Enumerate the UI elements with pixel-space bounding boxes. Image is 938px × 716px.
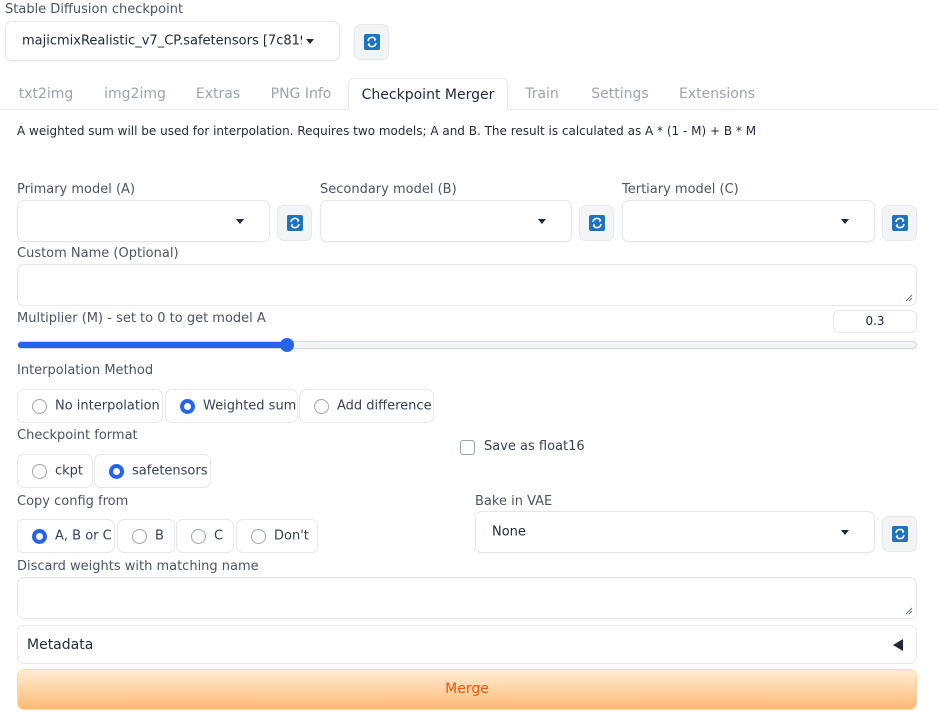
radio-checked-icon <box>32 529 47 544</box>
refresh-icon <box>363 34 380 50</box>
tab-txt2img[interactable]: txt2img <box>10 78 82 110</box>
tab-img2img[interactable]: img2img <box>94 78 176 110</box>
copy-config-label: Copy config from <box>17 494 129 509</box>
interpolation-method-label: Interpolation Method <box>17 363 154 378</box>
refresh-icon <box>891 526 908 542</box>
checkpoint-label: Stable Diffusion checkpoint <box>5 2 184 17</box>
metadata-label: Metadata <box>27 636 94 653</box>
refresh-icon <box>286 215 303 231</box>
tab-checkpoint-merger[interactable]: Checkpoint Merger <box>348 78 508 110</box>
radio-copy-c[interactable]: C <box>176 519 234 553</box>
resize-grip-icon <box>905 607 913 615</box>
checkpoint-refresh-button[interactable] <box>354 24 389 60</box>
bake-vae-refresh-button[interactable] <box>882 516 917 552</box>
radio-label: Add difference <box>337 398 432 414</box>
custom-name-input[interactable] <box>17 264 917 306</box>
caret-left-icon <box>893 639 903 651</box>
refresh-icon <box>588 215 605 231</box>
multiplier-slider-track[interactable] <box>17 341 917 349</box>
discard-weights-input[interactable] <box>17 577 917 619</box>
secondary-refresh-button[interactable] <box>579 205 614 241</box>
radio-checked-icon <box>109 464 124 479</box>
bake-vae-label: Bake in VAE <box>475 494 553 509</box>
chevron-down-icon <box>306 39 314 44</box>
tertiary-model-label: Tertiary model (C) <box>622 182 739 197</box>
float16-checkbox[interactable] <box>460 440 475 455</box>
radio-label: Don't <box>274 528 309 544</box>
radio-label: B <box>155 528 164 544</box>
secondary-model-label: Secondary model (B) <box>320 182 457 197</box>
checkpoint-value: majicmixRealistic_v7_CP.safetensors [7c8… <box>22 33 302 49</box>
radio-label: safetensors <box>132 463 208 479</box>
radio-label: C <box>214 528 224 544</box>
resize-grip-icon <box>905 294 913 302</box>
multiplier-slider-thumb[interactable] <box>280 338 294 352</box>
radio-checked-icon <box>180 399 195 414</box>
bake-vae-value: None <box>492 524 526 540</box>
radio-label: ckpt <box>55 463 84 479</box>
primary-model-dropdown[interactable] <box>17 200 270 242</box>
multiplier-slider-fill <box>18 342 288 348</box>
tab-settings[interactable]: Settings <box>582 78 658 110</box>
radio-circle-icon <box>132 529 147 544</box>
refresh-icon <box>891 215 908 231</box>
secondary-model-dropdown[interactable] <box>320 200 572 242</box>
radio-label: No interpolation <box>55 398 160 414</box>
merger-description: A weighted sum will be used for interpol… <box>17 124 757 138</box>
radio-add-difference[interactable]: Add difference <box>299 389 434 423</box>
tertiary-model-dropdown[interactable] <box>622 200 875 242</box>
radio-label: A, B or C <box>55 528 112 544</box>
radio-circle-icon <box>251 529 266 544</box>
tab-extras[interactable]: Extras <box>186 78 250 110</box>
chevron-down-icon <box>236 219 244 224</box>
tertiary-refresh-button[interactable] <box>882 205 917 241</box>
radio-copy-dont[interactable]: Don't <box>236 519 318 553</box>
chevron-down-icon <box>841 530 849 535</box>
tab-png-info[interactable]: PNG Info <box>260 78 342 110</box>
checkpoint-dropdown[interactable]: majicmixRealistic_v7_CP.safetensors [7c8… <box>5 21 340 61</box>
chevron-down-icon <box>538 219 546 224</box>
radio-circle-icon <box>32 464 47 479</box>
radio-weighted-sum[interactable]: Weighted sum <box>165 389 298 423</box>
tab-extensions[interactable]: Extensions <box>670 78 764 110</box>
metadata-accordion[interactable]: Metadata <box>17 625 917 664</box>
radio-safetensors[interactable]: safetensors <box>94 454 211 488</box>
radio-copy-abc[interactable]: A, B or C <box>17 519 115 553</box>
float16-label: Save as float16 <box>484 439 585 454</box>
discard-weights-label: Discard weights with matching name <box>17 559 259 574</box>
primary-model-label: Primary model (A) <box>17 182 136 197</box>
multiplier-number-input[interactable]: 0.3 <box>833 310 917 333</box>
radio-circle-icon <box>314 399 329 414</box>
radio-label: Weighted sum <box>203 398 297 414</box>
custom-name-label: Custom Name (Optional) <box>17 246 179 261</box>
chevron-down-icon <box>841 219 849 224</box>
primary-refresh-button[interactable] <box>277 205 312 241</box>
multiplier-label: Multiplier (M) - set to 0 to get model A <box>17 311 266 326</box>
radio-circle-icon <box>32 399 47 414</box>
radio-ckpt[interactable]: ckpt <box>17 454 93 488</box>
radio-no-interpolation[interactable]: No interpolation <box>17 389 163 423</box>
radio-circle-icon <box>191 529 206 544</box>
radio-copy-b[interactable]: B <box>117 519 175 553</box>
merge-button[interactable]: Merge <box>17 669 917 710</box>
tab-train[interactable]: Train <box>514 78 570 110</box>
bake-vae-dropdown[interactable]: None <box>475 511 875 553</box>
checkpoint-format-label: Checkpoint format <box>17 428 138 443</box>
